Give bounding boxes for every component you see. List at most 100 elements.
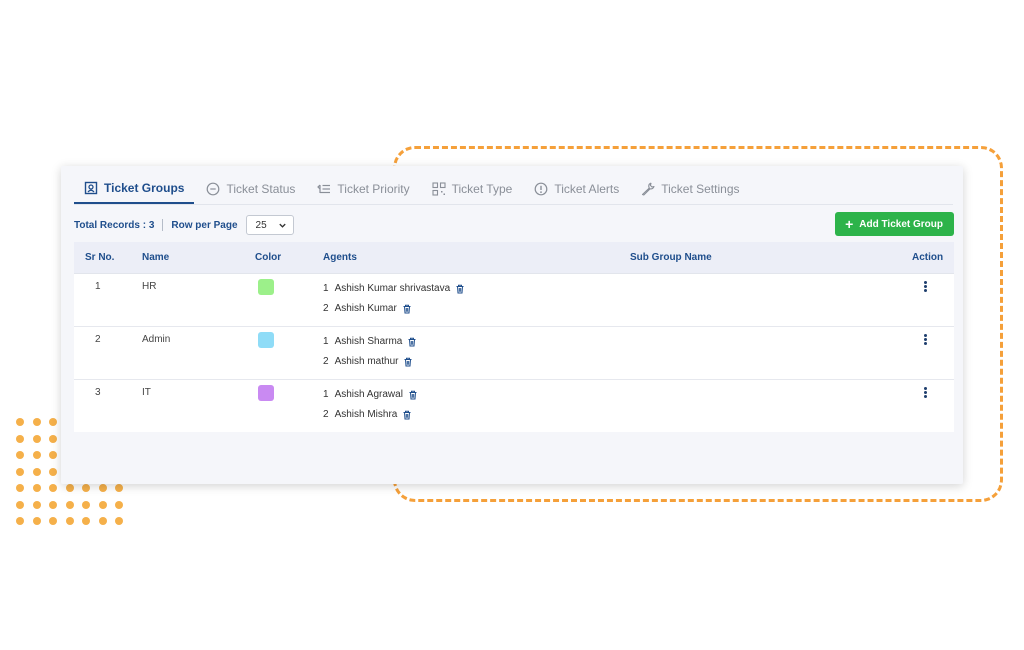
ticket-groups-table: Sr No. Name Color Agents Sub Group Name … <box>74 242 954 432</box>
trash-icon[interactable] <box>455 284 465 294</box>
decorative-dot <box>16 500 24 509</box>
cell-sr-no: 1 <box>95 281 101 292</box>
row-actions-menu-icon[interactable] <box>920 386 930 402</box>
decorative-dot <box>16 451 24 459</box>
decorative-dot <box>65 517 74 525</box>
ticket-groups-panel: Ticket Groups Ticket Status Ticket Prior… <box>61 166 963 484</box>
tab-ticket-status[interactable]: Ticket Status <box>196 174 305 204</box>
agent-number: 2 <box>323 303 329 314</box>
agent-item: 2 Ashish mathur <box>323 356 413 367</box>
decorative-dot <box>16 418 24 426</box>
agent-name: Ashish Mishra <box>334 409 398 420</box>
column-header-sub-group-name: Sub Group Name <box>630 252 712 263</box>
agent-name: Ashish Sharma <box>334 336 403 347</box>
tab-bar: Ticket Groups Ticket Status Ticket Prior… <box>74 174 953 205</box>
table-row: 2 Admin 1 Ashish Sharma 2 Ashish mathur <box>74 327 954 380</box>
rows-per-page-label: Row per Page <box>171 219 238 231</box>
decorative-dot <box>16 434 24 443</box>
priority-list-icon <box>317 184 331 194</box>
cell-name: Admin <box>142 334 171 345</box>
tab-ticket-settings[interactable]: Ticket Settings <box>631 174 749 204</box>
decorative-dot <box>98 484 107 492</box>
cell-sr-no: 2 <box>95 334 101 345</box>
decorative-dot <box>16 517 24 525</box>
decorative-dot <box>82 517 90 525</box>
agent-name: Ashish Kumar shrivastava <box>334 283 451 294</box>
tab-ticket-groups[interactable]: Ticket Groups <box>74 174 195 204</box>
add-button-label: Add Ticket Group <box>859 218 943 230</box>
agent-item: 2 Ashish Kumar <box>323 303 412 314</box>
table-row: 3 IT 1 Ashish Agrawal 2 Ashish Mishra <box>74 380 954 432</box>
agent-number: 2 <box>323 409 329 420</box>
decorative-dot <box>98 500 107 509</box>
trash-icon[interactable] <box>402 410 412 420</box>
tab-ticket-priority[interactable]: Ticket Priority <box>307 174 419 204</box>
trash-icon[interactable] <box>402 304 412 314</box>
trash-icon[interactable] <box>403 357 413 367</box>
table-toolbar: Total Records : 3 Row per Page 25 + Add … <box>74 212 954 236</box>
rows-per-page-value: 25 <box>255 219 267 231</box>
column-header-color: Color <box>255 252 282 263</box>
agent-number: 1 <box>323 389 329 400</box>
agent-item: 1 Ashish Kumar shrivastava <box>323 283 465 294</box>
decorative-dot <box>82 500 90 509</box>
column-header-action: Action <box>912 252 944 263</box>
decorative-dot <box>115 500 123 509</box>
wrench-icon <box>642 182 655 196</box>
decorative-dot <box>49 500 57 509</box>
column-header-agents: Agents <box>323 252 357 263</box>
table-header: Sr No. Name Color Agents Sub Group Name … <box>74 242 954 274</box>
agent-number: 1 <box>323 283 329 294</box>
decorative-dot <box>49 517 57 525</box>
add-ticket-group-button[interactable]: + Add Ticket Group <box>835 212 954 236</box>
column-header-name: Name <box>142 252 170 263</box>
decorative-dot <box>32 517 41 525</box>
qr-type-icon <box>432 182 446 196</box>
plus-icon: + <box>845 216 854 232</box>
decorative-dot <box>82 484 90 492</box>
cell-name: IT <box>142 387 151 398</box>
minus-circle-icon <box>207 182 220 196</box>
table-row: 1 HR 1 Ashish Kumar shrivastava 2 Ashish… <box>74 274 954 327</box>
decorative-dot <box>98 517 107 525</box>
agent-item: 1 Ashish Agrawal <box>323 389 418 400</box>
decorative-dot <box>49 451 57 459</box>
ticket-groups-icon <box>84 181 98 195</box>
decorative-dot <box>49 484 57 492</box>
tab-label: Ticket Status <box>226 182 296 196</box>
decorative-dot <box>49 418 57 426</box>
tab-label: Ticket Groups <box>104 181 185 195</box>
agent-name: Ashish mathur <box>334 356 399 367</box>
decorative-dot <box>16 484 24 492</box>
tab-label: Ticket Alerts <box>554 182 620 196</box>
tab-label: Ticket Priority <box>337 182 410 196</box>
decorative-dot <box>32 451 41 459</box>
cell-sr-no: 3 <box>95 387 101 398</box>
tab-ticket-type[interactable]: Ticket Type <box>422 174 523 204</box>
decorative-dot <box>32 467 41 476</box>
agent-number: 2 <box>323 356 329 367</box>
decorative-dot <box>115 517 123 525</box>
column-header-sr-no: Sr No. <box>85 252 115 263</box>
agent-number: 1 <box>323 336 329 347</box>
tab-label: Ticket Type <box>451 182 513 196</box>
trash-icon[interactable] <box>407 337 417 347</box>
decorative-dot <box>32 484 41 492</box>
agent-name: Ashish Kumar <box>334 303 397 314</box>
color-swatch <box>258 385 274 401</box>
cell-name: HR <box>142 281 157 292</box>
rows-per-page-select[interactable]: 25 <box>245 215 294 235</box>
trash-icon[interactable] <box>408 390 418 400</box>
decorative-dot <box>65 484 74 492</box>
total-records: Total Records : 3 <box>74 219 155 231</box>
toolbar-divider <box>162 219 164 231</box>
decorative-dot <box>49 467 57 476</box>
row-actions-menu-icon[interactable] <box>920 333 930 349</box>
decorative-dot <box>32 500 41 509</box>
row-actions-menu-icon[interactable] <box>920 280 930 296</box>
tab-label: Ticket Settings <box>661 182 740 196</box>
agent-item: 1 Ashish Sharma <box>323 336 417 347</box>
tab-ticket-alerts[interactable]: Ticket Alerts <box>524 174 629 204</box>
color-swatch <box>258 279 274 295</box>
color-swatch <box>258 332 274 348</box>
